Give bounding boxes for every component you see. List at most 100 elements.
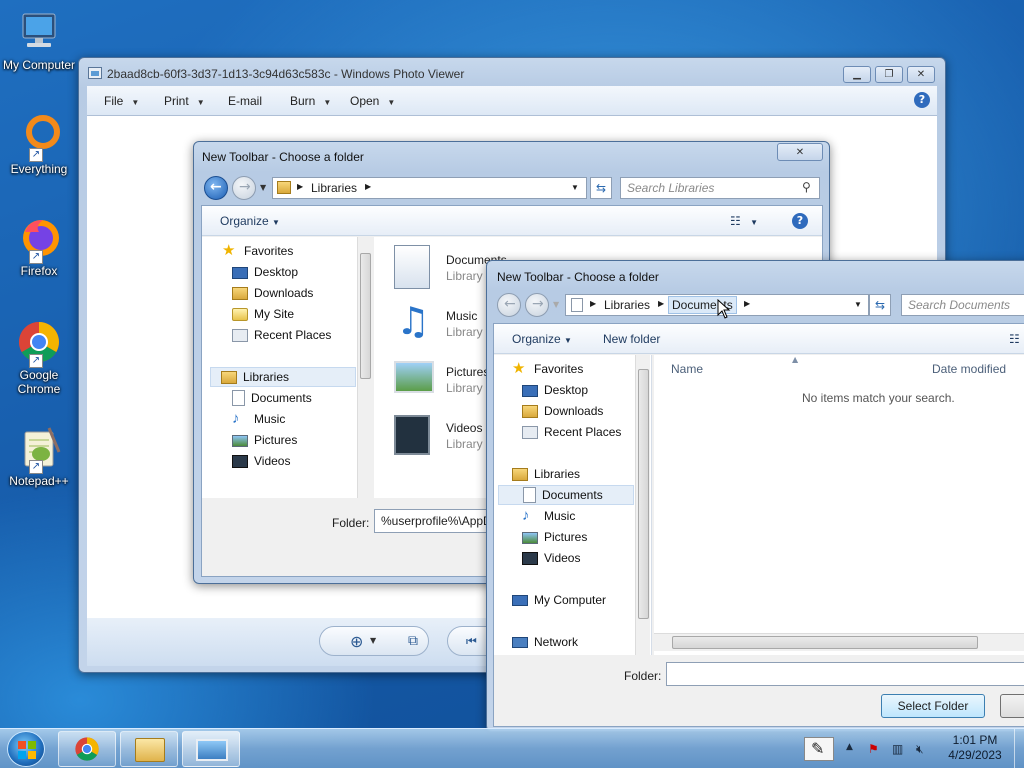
column-header-name[interactable]: Name — [671, 362, 703, 376]
breadcrumb-libraries[interactable]: Libraries — [604, 298, 650, 312]
tree-item-desktop[interactable]: Desktop — [522, 380, 588, 400]
documents-library-icon — [394, 245, 430, 289]
tree-item-downloads[interactable]: Downloads — [522, 401, 603, 421]
tray-pen-icon[interactable]: ✎ — [804, 737, 834, 761]
tree-item-music[interactable]: ♪ Music — [232, 409, 285, 429]
close-button[interactable]: ✕ — [777, 143, 823, 161]
scrollbar-thumb[interactable] — [672, 636, 978, 649]
show-hidden-icons-chevron-icon[interactable]: ▲ — [846, 742, 853, 752]
tree-item-recent-places[interactable]: Recent Places — [522, 422, 621, 442]
tree-item-documents[interactable]: Documents — [232, 388, 312, 408]
refresh-button[interactable]: ⇆ — [590, 177, 612, 199]
chevron-down-icon: ▼ — [750, 218, 759, 227]
organize-button[interactable]: Organize ▼ — [512, 332, 572, 346]
music-icon: ♪ — [522, 507, 530, 524]
desktop-icon-my-computer[interactable]: My Computer — [0, 8, 78, 72]
tree-my-computer[interactable]: My Computer — [512, 590, 606, 610]
view-options-button[interactable]: ☷ ▼ — [730, 214, 758, 228]
taskbar-photo-viewer[interactable] — [182, 731, 240, 767]
new-folder-button[interactable]: New folder — [603, 332, 660, 346]
nav-scrollbar[interactable] — [357, 237, 372, 498]
volume-muted-icon[interactable]: 🔇︎ — [916, 742, 930, 756]
menu-print[interactable]: Print ▼ — [164, 94, 205, 108]
tree-libraries[interactable]: Libraries — [210, 367, 356, 387]
search-input[interactable]: Search Documents — [901, 294, 1024, 316]
show-desktop-button[interactable] — [1014, 729, 1024, 768]
back-button[interactable]: ← — [497, 293, 521, 317]
view-options-button[interactable]: ☷ — [1009, 332, 1020, 346]
tree-item-videos[interactable]: Videos — [522, 548, 580, 568]
zoom-control[interactable]: ⊕ ▼ ⧉ — [319, 626, 429, 656]
breadcrumb-libraries[interactable]: Libraries — [311, 181, 357, 195]
menu-file[interactable]: File ▼ — [104, 94, 139, 108]
desktop-icon-notepad-plus-plus[interactable]: ↗ Notepad++ — [0, 424, 78, 488]
back-arrow-icon: ← — [210, 179, 222, 195]
chrome-icon — [75, 737, 99, 761]
minimize-button[interactable]: ▁ — [843, 66, 871, 83]
search-input[interactable]: Search Libraries — [620, 177, 820, 199]
select-folder-button[interactable]: Select Folder — [881, 694, 985, 718]
tree-item-pictures[interactable]: Pictures — [232, 430, 297, 450]
folder-field[interactable] — [666, 662, 1024, 686]
tree-item-downloads[interactable]: Downloads — [232, 283, 313, 303]
help-icon[interactable]: ? — [792, 213, 808, 229]
desktop-icon-everything[interactable]: ↗ Everything — [0, 112, 78, 176]
clock[interactable]: 1:01 PM 4/29/2023 — [940, 733, 1010, 763]
empty-message: No items match your search. — [802, 391, 955, 405]
chevron-down-icon[interactable]: ▼ — [854, 300, 862, 309]
tree-item-recent-places[interactable]: Recent Places — [232, 325, 331, 345]
taskbar-file-explorer[interactable] — [120, 731, 178, 767]
tree-network[interactable]: Network — [512, 632, 578, 652]
action-center-icon[interactable]: ⚑ — [868, 742, 882, 756]
recent-pages-chevron-icon[interactable]: ▼ — [553, 300, 559, 309]
tree-favorites[interactable]: ★ Favorites — [222, 241, 293, 261]
back-button[interactable]: ← — [204, 176, 228, 200]
network-icon — [512, 637, 528, 648]
photo-viewer-app-icon — [88, 67, 102, 79]
tree-item-desktop[interactable]: Desktop — [232, 262, 298, 282]
refresh-icon: ⇆ — [595, 181, 607, 195]
menu-burn[interactable]: Burn ▼ — [290, 94, 331, 108]
help-icon[interactable]: ? — [914, 92, 930, 108]
tree-libraries[interactable]: Libraries — [512, 464, 580, 484]
folder-label: Folder: — [624, 669, 662, 683]
tree-item-music[interactable]: ♪ Music — [522, 506, 575, 526]
dialog-title: New Toolbar - Choose a folder — [202, 150, 364, 164]
desktop-icon-firefox[interactable]: ↗ Firefox — [0, 214, 78, 278]
cancel-button[interactable] — [1000, 694, 1024, 718]
desktop-icon-google-chrome[interactable]: ↗ Google Chrome — [0, 318, 78, 396]
pictures-icon — [232, 435, 248, 447]
back-arrow-icon: ← — [504, 296, 516, 312]
maximize-button[interactable]: ❐ — [875, 66, 903, 83]
forward-button[interactable]: → — [232, 176, 256, 200]
tree-item-pictures[interactable]: Pictures — [522, 527, 587, 547]
clock-time: 1:01 PM — [952, 733, 998, 747]
menu-open[interactable]: Open ▼ — [350, 94, 395, 108]
tree-favorites[interactable]: ★ Favorites — [512, 359, 583, 379]
command-bar: Organize ▼ New folder ☷ — [494, 324, 1024, 354]
tree-item-videos[interactable]: Videos — [232, 451, 290, 471]
horizontal-scrollbar[interactable] — [654, 633, 1024, 651]
close-button[interactable]: ✕ — [907, 66, 935, 83]
tree-item-my-site[interactable]: My Site — [232, 304, 294, 324]
tree-item-documents[interactable]: Documents — [498, 485, 634, 505]
scrollbar-thumb[interactable] — [360, 253, 371, 379]
chevron-down-icon: ▼ — [272, 218, 280, 227]
nav-scrollbar[interactable] — [635, 355, 650, 655]
videos-icon — [522, 551, 538, 565]
recent-pages-chevron-icon[interactable]: ▼ — [260, 183, 266, 192]
column-header-date-modified[interactable]: Date modified — [932, 362, 1006, 376]
search-icon[interactable]: ⚲ — [802, 180, 811, 194]
chevron-down-icon[interactable]: ▼ — [571, 183, 579, 192]
organize-button[interactable]: Organize ▼ — [220, 214, 280, 228]
network-status-icon[interactable]: ▥ — [892, 742, 906, 756]
menu-email[interactable]: E-mail — [228, 94, 262, 108]
shortcut-arrow-icon: ↗ — [29, 354, 43, 368]
chevron-down-icon: ▼ — [564, 336, 572, 345]
refresh-button[interactable]: ⇆ — [869, 294, 891, 316]
address-bar[interactable]: ▶ Libraries ▶ ▼ — [272, 177, 587, 199]
scrollbar-thumb[interactable] — [638, 369, 649, 619]
taskbar-chrome[interactable] — [58, 731, 116, 767]
forward-button[interactable]: → — [525, 293, 549, 317]
start-button[interactable] — [7, 731, 45, 767]
